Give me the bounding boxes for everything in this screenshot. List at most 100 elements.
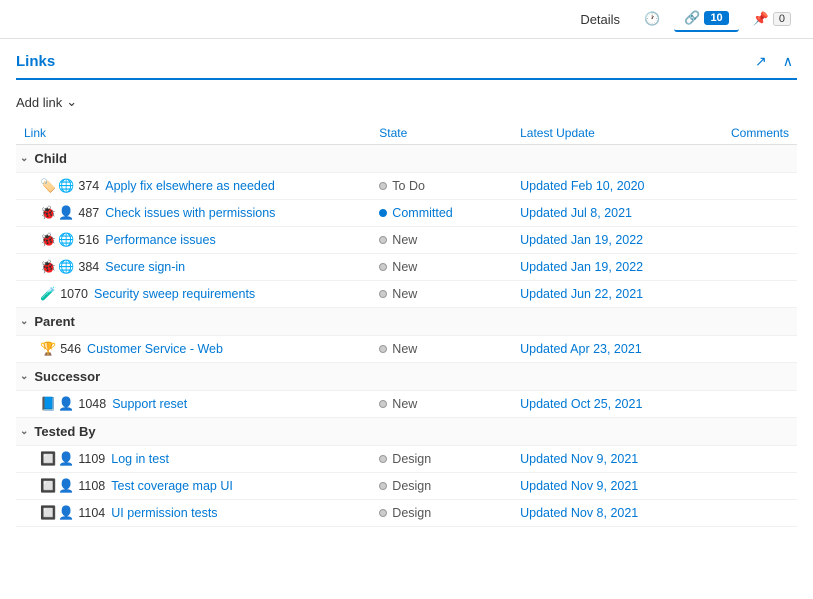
row-icon: 👤 xyxy=(58,478,74,494)
group-name: Tested By xyxy=(34,424,95,439)
add-link-button[interactable]: Add link ⌄ xyxy=(16,90,77,114)
link-title[interactable]: Check issues with permissions xyxy=(105,206,275,220)
state-label: To Do xyxy=(392,179,425,193)
row-icon: 🐞 xyxy=(40,232,56,248)
row-icon: 👤 xyxy=(58,396,74,412)
attach-icon: 📌 xyxy=(753,11,769,27)
history-tab[interactable]: 🕐 xyxy=(634,7,670,31)
state-label: Design xyxy=(392,479,431,493)
link-number: 546 xyxy=(60,342,81,356)
comments-cell xyxy=(699,281,797,308)
group-chevron: ⌄ xyxy=(20,371,28,382)
links-table: Link State Latest Update Comments ⌄Child… xyxy=(16,122,797,527)
top-bar: Details 🕐 🔗 10 📌 0 xyxy=(0,0,813,39)
update-cell: Updated Jan 19, 2022 xyxy=(512,254,699,281)
links-tab[interactable]: 🔗 10 xyxy=(674,6,738,32)
comments-cell xyxy=(699,200,797,227)
row-icon: 👤 xyxy=(58,205,74,221)
link-icons: 📘👤 xyxy=(40,396,74,412)
links-panel: Links ↗ ∧ Add link ⌄ Link State Latest U… xyxy=(0,39,813,539)
expand-button[interactable]: ↗ xyxy=(751,51,771,72)
details-tab[interactable]: Details xyxy=(570,8,630,31)
table-row: 🏷️🌐374Apply fix elsewhere as neededTo Do… xyxy=(16,173,797,200)
group-row: ⌄ Successor xyxy=(16,363,797,391)
details-label: Details xyxy=(580,12,620,27)
link-number: 487 xyxy=(78,206,99,220)
comments-cell xyxy=(699,336,797,363)
collapse-button[interactable]: ∧ xyxy=(779,51,797,72)
row-icon: 🔲 xyxy=(40,451,56,467)
link-icons: 🏆 xyxy=(40,341,56,357)
table-header-row: Link State Latest Update Comments xyxy=(16,122,797,145)
state-dot xyxy=(379,263,387,271)
row-icon: 🔲 xyxy=(40,478,56,494)
panel-header: Links ↗ ∧ xyxy=(16,51,797,80)
row-icon: 🐞 xyxy=(40,205,56,221)
row-icon: 🌐 xyxy=(58,259,74,275)
link-icons: 🐞🌐 xyxy=(40,232,74,248)
links-count: 10 xyxy=(704,11,728,25)
link-title[interactable]: Test coverage map UI xyxy=(111,479,233,493)
update-cell: Updated Jan 19, 2022 xyxy=(512,227,699,254)
expand-icon: ↗ xyxy=(755,53,767,69)
comments-cell xyxy=(699,473,797,500)
update-cell: Updated Nov 9, 2021 xyxy=(512,473,699,500)
state-dot xyxy=(379,455,387,463)
link-title[interactable]: Performance issues xyxy=(105,233,215,247)
link-title[interactable]: UI permission tests xyxy=(111,506,217,520)
link-title[interactable]: Support reset xyxy=(112,397,187,411)
row-icon: 👤 xyxy=(58,451,74,467)
group-row: ⌄Child xyxy=(16,145,797,173)
update-cell: Updated Oct 25, 2021 xyxy=(512,391,699,418)
panel-actions: ↗ ∧ xyxy=(751,51,797,72)
state-dot xyxy=(379,345,387,353)
group-row: ⌄ Tested By xyxy=(16,418,797,446)
link-number: 1104 xyxy=(78,506,105,520)
group-chevron: ⌄ xyxy=(20,316,28,327)
state-dot xyxy=(379,400,387,408)
group-chevron: ⌄ xyxy=(20,426,28,437)
table-row: 🧪1070Security sweep requirementsNewUpdat… xyxy=(16,281,797,308)
link-icons: 🧪 xyxy=(40,286,56,302)
comments-cell xyxy=(699,500,797,527)
col-comments: Comments xyxy=(699,122,797,145)
state-label: New xyxy=(392,260,417,274)
row-icon: 🏆 xyxy=(40,341,56,357)
row-icon: 🌐 xyxy=(58,232,74,248)
link-number: 1108 xyxy=(78,479,105,493)
collapse-icon: ∧ xyxy=(783,53,793,69)
link-number: 516 xyxy=(78,233,99,247)
attachments-tab[interactable]: 📌 0 xyxy=(743,7,801,31)
update-cell: Updated Apr 23, 2021 xyxy=(512,336,699,363)
comments-cell xyxy=(699,391,797,418)
link-number: 1070 xyxy=(60,287,88,301)
update-cell: Updated Nov 9, 2021 xyxy=(512,446,699,473)
state-label: New xyxy=(392,233,417,247)
update-cell: Updated Jul 8, 2021 xyxy=(512,200,699,227)
link-icons: 🐞👤 xyxy=(40,205,74,221)
link-icons: 🔲👤 xyxy=(40,478,74,494)
history-icon: 🕐 xyxy=(644,11,660,27)
state-dot xyxy=(379,236,387,244)
state-dot xyxy=(379,290,387,298)
link-title[interactable]: Customer Service - Web xyxy=(87,342,223,356)
link-icons: 🔲👤 xyxy=(40,505,74,521)
group-name: Parent xyxy=(34,314,74,329)
link-title[interactable]: Security sweep requirements xyxy=(94,287,255,301)
col-link: Link xyxy=(16,122,371,145)
link-title[interactable]: Secure sign-in xyxy=(105,260,185,274)
state-label: New xyxy=(392,342,417,356)
row-icon: 👤 xyxy=(58,505,74,521)
comments-cell xyxy=(699,446,797,473)
row-icon: 🐞 xyxy=(40,259,56,275)
row-icon: 🧪 xyxy=(40,286,56,302)
row-icon: 🔲 xyxy=(40,505,56,521)
group-name: Successor xyxy=(34,369,100,384)
link-title[interactable]: Log in test xyxy=(111,452,169,466)
link-icons: 🐞🌐 xyxy=(40,259,74,275)
state-label: New xyxy=(392,397,417,411)
state-label: Committed xyxy=(392,206,452,220)
table-row: 🏆 546 Customer Service - Web New Updated Apr… xyxy=(16,336,797,363)
link-title[interactable]: Apply fix elsewhere as needed xyxy=(105,179,275,193)
group-chevron: ⌄ xyxy=(20,153,28,164)
